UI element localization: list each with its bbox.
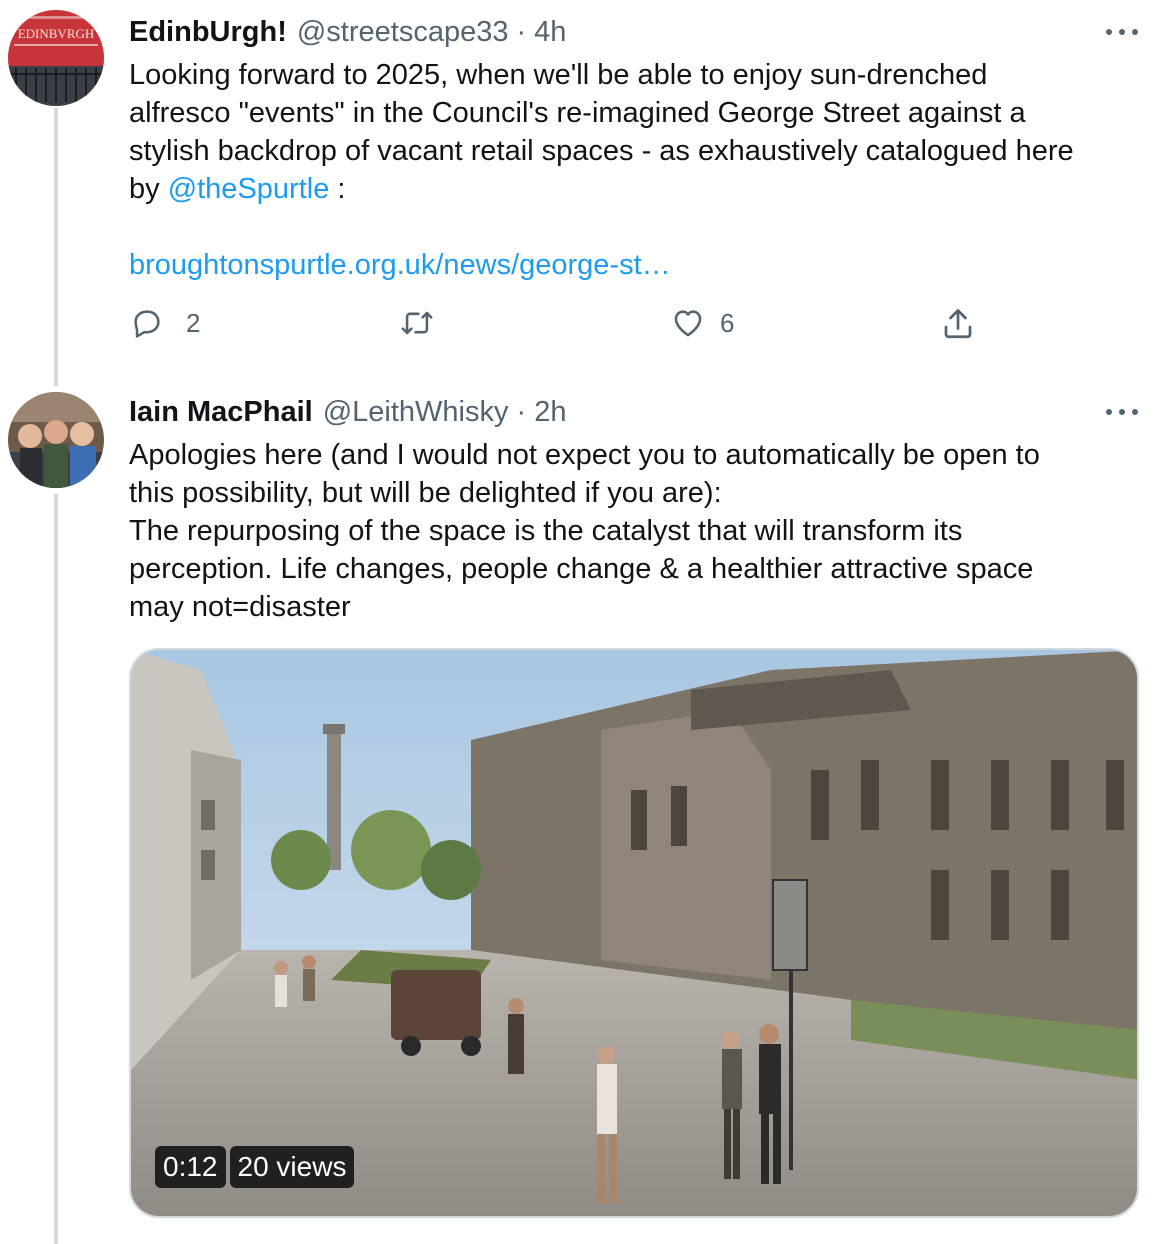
tweet-1[interactable]: EDINBVRGH EdinbUrgh! @streetscape33 · 4h… xyxy=(0,0,1160,380)
video-badges: 0:12 20 views xyxy=(155,1146,358,1188)
author-name[interactable]: Iain MacPhail xyxy=(129,396,313,429)
like-count: 6 xyxy=(720,307,735,338)
tweet-text-end: : xyxy=(329,173,346,205)
like-button[interactable]: 6 xyxy=(670,306,734,340)
mention-link[interactable]: @theSpurtle xyxy=(168,173,330,205)
tweet-text: Looking forward to 2025, when we'll be a… xyxy=(129,56,1140,208)
like-icon xyxy=(674,310,702,337)
timestamp[interactable]: 2h xyxy=(534,396,566,429)
separator: · xyxy=(516,395,527,428)
more-icon[interactable] xyxy=(1104,398,1140,426)
timestamp[interactable]: 4h xyxy=(534,16,566,49)
share-button[interactable] xyxy=(940,306,976,342)
url-link[interactable]: broughtonspurtle.org.uk/news/george-st… xyxy=(129,246,1140,284)
reply-button[interactable]: 2 xyxy=(130,306,200,340)
tweet-header: EdinbUrgh! @streetscape33 · 4h xyxy=(129,14,1140,50)
author-name[interactable]: EdinbUrgh! xyxy=(129,16,287,49)
avatar-image xyxy=(8,392,104,488)
author-handle[interactable]: @LeithWhisky xyxy=(323,396,509,429)
video-player[interactable]: 0:12 20 views xyxy=(129,648,1139,1218)
separator: · xyxy=(516,15,527,48)
retweet-icon xyxy=(401,311,433,335)
avatar[interactable]: EDINBVRGH xyxy=(8,10,104,106)
avatar[interactable] xyxy=(8,392,104,488)
reply-count: 2 xyxy=(186,307,201,338)
avatar-image: EDINBVRGH xyxy=(8,10,104,106)
share-icon xyxy=(944,309,972,339)
author-handle[interactable]: @streetscape33 xyxy=(297,16,509,49)
video-duration: 0:12 xyxy=(155,1146,226,1188)
reply-icon xyxy=(134,310,160,338)
svg-text:EDINBVRGH: EDINBVRGH xyxy=(18,26,95,41)
retweet-button[interactable] xyxy=(399,306,435,340)
tweet-text: Apologies here (and I would not expect y… xyxy=(129,439,1040,623)
more-icon[interactable] xyxy=(1104,18,1140,46)
video-thumbnail xyxy=(131,650,1137,1216)
tweet-header: Iain MacPhail @LeithWhisky · 2h xyxy=(129,394,1140,430)
video-views: 20 views xyxy=(229,1146,355,1188)
